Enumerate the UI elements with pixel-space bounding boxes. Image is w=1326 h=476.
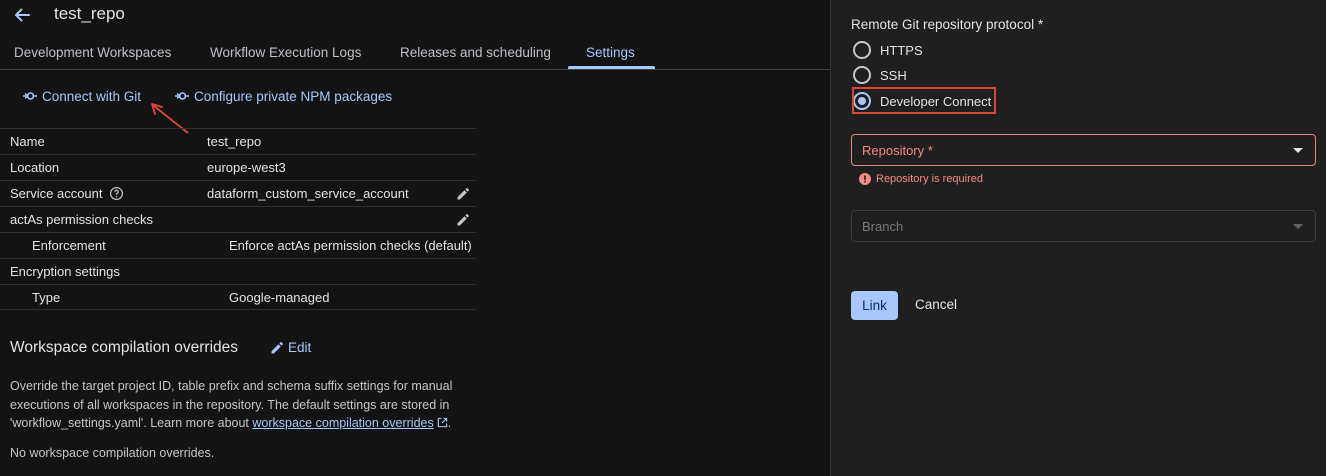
radio-label: HTTPS [880, 42, 923, 58]
branch-placeholder: Branch [862, 219, 904, 234]
repository-properties-table: Name test_repo Location europe-west3 Ser… [0, 128, 476, 310]
overrides-edit-button[interactable]: Edit [270, 340, 311, 355]
repository-error-message: Repository is required [859, 173, 983, 185]
property-key: Type [32, 290, 61, 305]
connect-git-side-panel: Remote Git repository protocol * HTTPS S… [831, 0, 1326, 476]
page-title: test_repo [54, 4, 125, 23]
property-key: Location [10, 160, 60, 175]
property-value: Enforce actAs permission checks (default… [229, 238, 472, 253]
tab-bar: Development Workspaces Workflow Executio… [0, 38, 831, 70]
active-tab-indicator [568, 66, 655, 69]
edit-actas-pencil-icon[interactable] [456, 213, 470, 230]
tab-releases-and-scheduling[interactable]: Releases and scheduling [400, 38, 551, 69]
link-button[interactable]: Link [851, 291, 898, 320]
cancel-button[interactable]: Cancel [915, 297, 957, 312]
connect-with-git-label: Connect with Git [42, 88, 142, 104]
back-arrow-icon[interactable] [12, 5, 32, 25]
git-commit-icon [23, 92, 37, 100]
property-row-service-account: Service account dataform_custom_service_… [0, 180, 476, 206]
property-row-type: Type Google-managed [0, 284, 476, 310]
protocol-label: Remote Git repository protocol * [851, 17, 1044, 32]
configure-npm-label: Configure private NPM packages [194, 88, 393, 104]
repository-error-text: Repository is required [876, 173, 983, 185]
tab-development-workspaces[interactable]: Development Workspaces [14, 38, 171, 69]
repository-page: test_repo Development Workspaces Workflo… [0, 0, 831, 476]
chevron-down-icon [1293, 148, 1303, 153]
property-row-location: Location europe-west3 [0, 154, 476, 180]
page-header: test_repo [0, 0, 831, 32]
property-row-actas-permission-checks: actAs permission checks [0, 206, 476, 232]
property-key: Service account [10, 186, 124, 204]
pencil-icon [271, 341, 283, 353]
connect-with-git-button[interactable]: Connect with Git [22, 88, 141, 104]
property-value: europe-west3 [207, 160, 286, 175]
property-key-label: Service account [10, 186, 103, 201]
property-value: Google-managed [229, 290, 330, 305]
branch-select[interactable]: Branch [851, 210, 1316, 242]
tab-workflow-execution-logs[interactable]: Workflow Execution Logs [210, 38, 361, 69]
radio-label: SSH [880, 67, 907, 83]
overrides-empty-text: No workspace compilation overrides. [10, 446, 215, 460]
radio-circle[interactable] [853, 66, 871, 84]
external-link-icon[interactable] [437, 415, 448, 434]
radio-https[interactable]: HTTPS [853, 39, 923, 61]
radio-ssh[interactable]: SSH [853, 64, 907, 86]
configure-npm-button[interactable]: Configure private NPM packages [174, 88, 392, 104]
property-key: Name [10, 134, 45, 149]
radio-circle[interactable] [853, 41, 871, 59]
property-key: actAs permission checks [10, 212, 154, 227]
property-value: test_repo [207, 134, 262, 149]
help-circle-icon[interactable] [109, 186, 124, 204]
annotation-highlight-box [852, 87, 996, 114]
overrides-edit-label: Edit [288, 340, 312, 355]
chevron-down-icon [1293, 224, 1303, 229]
property-key: Enforcement [32, 238, 106, 253]
tab-settings[interactable]: Settings [586, 38, 635, 69]
edit-service-account-pencil-icon[interactable] [456, 187, 470, 204]
property-row-enforcement: Enforcement Enforce actAs permission che… [0, 232, 476, 258]
property-row-name: Name test_repo [0, 128, 476, 154]
error-circle-icon [859, 173, 871, 185]
property-key: Encryption settings [10, 264, 120, 279]
overrides-learn-more-link[interactable]: workspace compilation overrides [252, 416, 433, 430]
overrides-description: Override the target project ID, table pr… [10, 377, 470, 434]
overrides-description-end: . [447, 416, 452, 430]
property-value: dataform_custom_service_account [207, 186, 409, 201]
repository-select[interactable]: Repository * [851, 134, 1316, 166]
overrides-section-title: Workspace compilation overrides [10, 339, 239, 356]
property-row-encryption-settings: Encryption settings [0, 258, 476, 284]
repository-placeholder: Repository * [862, 143, 933, 158]
